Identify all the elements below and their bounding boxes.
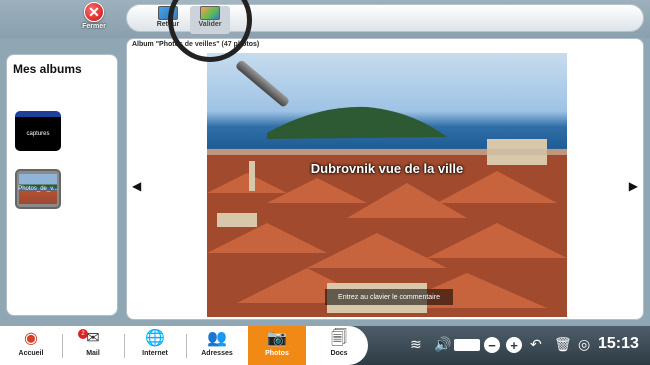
task-internet[interactable]: 🌐 Internet xyxy=(126,330,184,362)
task-label: Photos xyxy=(265,350,289,357)
contacts-icon: 👥 xyxy=(207,330,227,347)
wifi-icon[interactable]: ≋ xyxy=(410,336,422,352)
album-label: captures xyxy=(26,131,50,137)
comment-input[interactable]: Entrez au clavier le commentaire xyxy=(325,289,453,305)
task-label: Adresses xyxy=(201,350,233,357)
photo-scene xyxy=(207,106,567,317)
task-label: Mail xyxy=(86,350,100,357)
volume-icon[interactable]: 🔊 xyxy=(434,336,451,352)
mail-icon: ✉ xyxy=(86,330,100,347)
album-label: Photos_de_v... xyxy=(18,186,58,192)
mail-badge: 2 xyxy=(78,329,88,339)
task-mail[interactable]: ✉ Mail xyxy=(64,330,122,362)
photo-title: Dubrovnik vue de la ville xyxy=(310,161,464,176)
task-photos[interactable]: 📷 Photos xyxy=(248,326,306,365)
photo-viewer: Album "Photos de veilles" (47 photos) ◀ … xyxy=(126,38,644,320)
divider xyxy=(62,334,63,358)
task-docs[interactable]: 🗐 Docs xyxy=(310,330,368,362)
prev-arrow-icon[interactable]: ◀ xyxy=(132,179,141,193)
task-contacts[interactable]: 👥 Adresses xyxy=(188,330,246,362)
next-arrow-icon[interactable]: ▶ xyxy=(629,179,638,193)
close-icon: ✕ xyxy=(84,2,104,22)
undo-icon[interactable]: ↶ xyxy=(530,336,542,352)
task-label: Internet xyxy=(142,350,168,357)
zoom-out-icon[interactable]: − xyxy=(484,337,500,353)
task-label: Docs xyxy=(330,350,348,357)
photo: Dubrovnik vue de la ville Entrez au clav… xyxy=(207,53,567,317)
task-home[interactable]: ◉ Accueil xyxy=(2,330,60,362)
trash-icon[interactable]: 🗑 xyxy=(554,336,572,352)
clock: 15:13 xyxy=(598,335,639,352)
battery-icon xyxy=(454,339,480,351)
album-captures[interactable]: captures xyxy=(15,111,61,151)
albums-panel: Mes albums captures Photos_de_v... xyxy=(6,54,118,316)
camera-icon: 📷 xyxy=(267,330,287,347)
task-label: Accueil xyxy=(18,350,44,357)
globe-icon: 🌐 xyxy=(145,330,165,347)
albums-title: Mes albums xyxy=(13,62,82,76)
home-icon: ◉ xyxy=(24,330,38,347)
zoom-in-icon[interactable]: + xyxy=(506,337,522,353)
divider xyxy=(124,334,125,358)
album-photos[interactable]: Photos_de_v... xyxy=(15,169,61,209)
album-thumbnail: Photos_de_v... xyxy=(18,174,58,204)
close-button[interactable]: ✕ Fermer xyxy=(72,2,116,36)
documents-icon: 🗐 xyxy=(331,330,347,347)
close-label: Fermer xyxy=(82,23,106,30)
divider xyxy=(186,334,187,358)
help-icon[interactable]: ◎ xyxy=(578,336,590,352)
